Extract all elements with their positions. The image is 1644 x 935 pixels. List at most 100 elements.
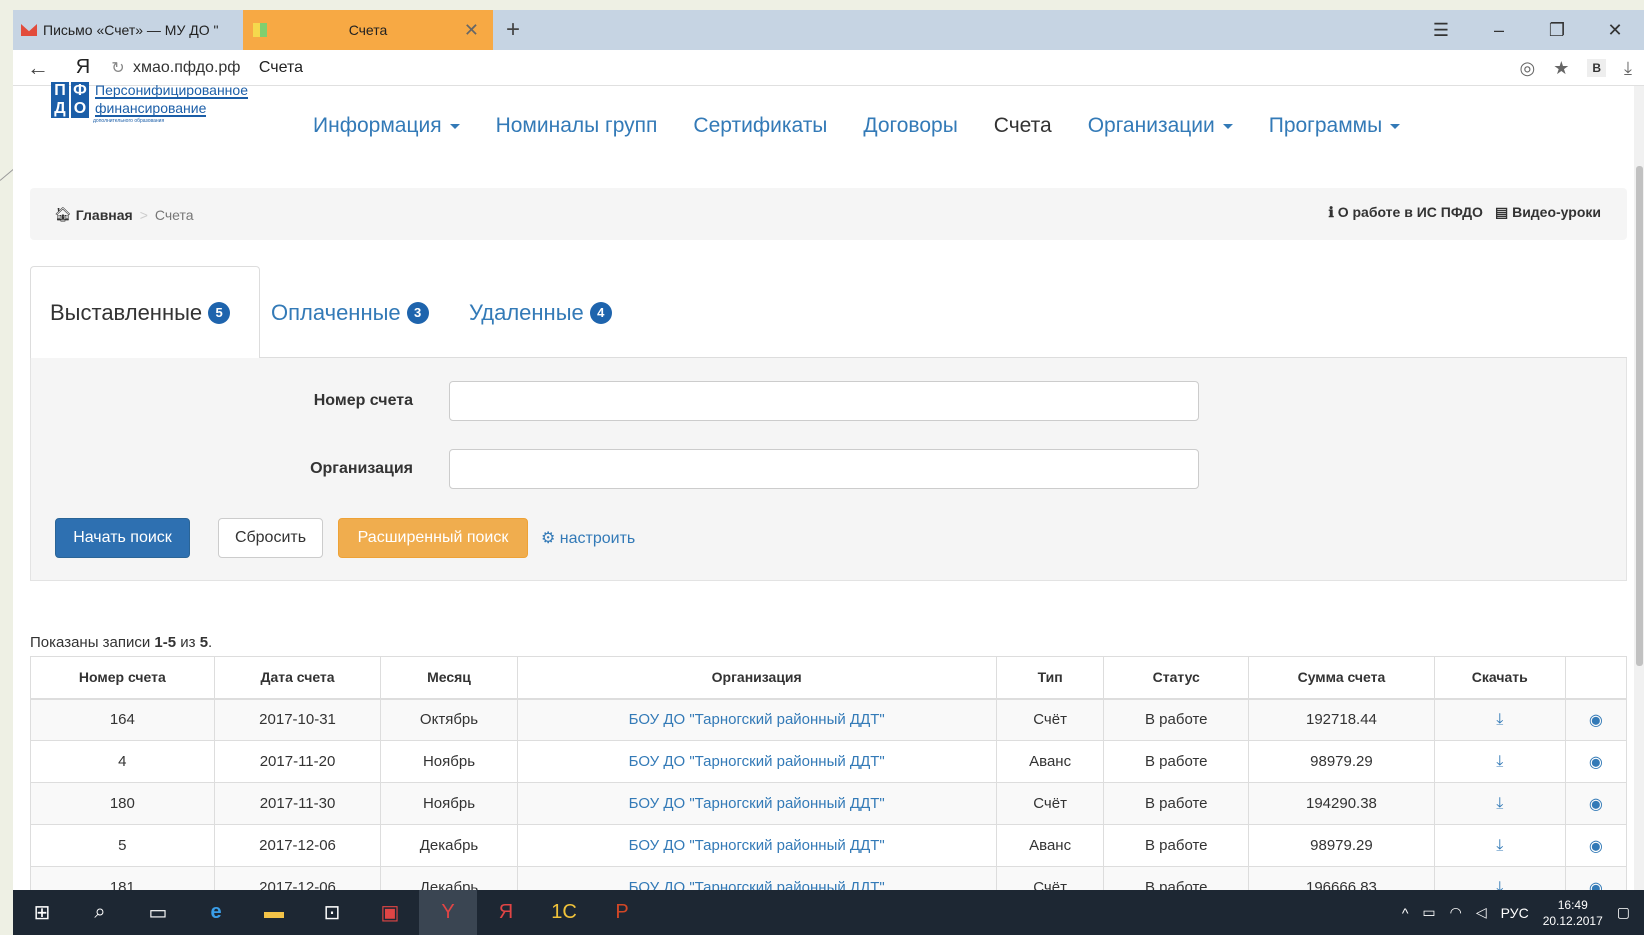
chevron-up-icon[interactable]: ^	[1402, 905, 1409, 921]
powerpoint-icon[interactable]: P	[593, 890, 651, 935]
cell-organization[interactable]: БОУ ДО "Тарногский районный ДДТ"	[516, 824, 997, 867]
logo-line1: Персонифицированное	[95, 82, 248, 99]
favicon-icon	[253, 23, 267, 37]
scrollbar[interactable]	[1634, 86, 1644, 890]
menu-icon[interactable]: ☰	[1412, 20, 1470, 41]
download-icon[interactable]: ⤓	[1433, 698, 1566, 741]
cell-month: Октябрь	[380, 698, 518, 741]
nav-information[interactable]: Информация	[313, 114, 460, 138]
view-eye-icon[interactable]: ◉	[1564, 866, 1628, 890]
1c-icon[interactable]: 1С	[535, 890, 593, 935]
invoice-number-input[interactable]	[449, 381, 1199, 421]
browser-window: Письмо «Счет» — МУ ДО " Счета ✕ + ☰ – ❐ …	[13, 10, 1644, 890]
breadcrumb-home[interactable]: Главная	[76, 207, 133, 223]
tab-mail[interactable]: Письмо «Счет» — МУ ДО "	[13, 10, 243, 50]
tab-deleted[interactable]: Удаленные 4	[469, 266, 612, 359]
organization-input[interactable]	[449, 449, 1199, 489]
tab-invoices[interactable]: Счета ✕	[243, 10, 493, 50]
download-icon[interactable]: ⤓	[1433, 782, 1566, 825]
bookmark-star-icon[interactable]: ★	[1553, 58, 1569, 79]
invoice-number-label: Номер счета	[313, 392, 413, 409]
notifications-icon[interactable]: ▢	[1617, 904, 1630, 921]
view-eye-icon[interactable]: ◉	[1564, 782, 1628, 825]
file-explorer-icon[interactable]: ▬	[245, 890, 303, 935]
col-organization[interactable]: Организация	[516, 656, 997, 700]
cell-month: Ноябрь	[380, 740, 518, 783]
cell-type: Счёт	[995, 698, 1105, 741]
nav-group-nominals[interactable]: Номиналы групп	[496, 114, 658, 138]
cell-status: В работе	[1103, 740, 1250, 783]
nav-contracts[interactable]: Договоры	[863, 114, 957, 138]
close-tab-icon[interactable]: ✕	[464, 20, 479, 41]
tab-issued[interactable]: Выставленные 5	[30, 266, 260, 359]
nav-invoices[interactable]: Счета	[994, 114, 1052, 138]
col-invoice-number[interactable]: Номер счета	[30, 656, 215, 700]
mail-icon	[21, 24, 37, 36]
url-field[interactable]: хмао.пфдо.рф Счета	[133, 59, 303, 77]
nav-organizations[interactable]: Организации	[1088, 114, 1233, 138]
cell-organization[interactable]: БОУ ДО "Тарногский районный ДДТ"	[516, 698, 997, 741]
cell-amount: 192718.44	[1248, 698, 1435, 741]
reset-button[interactable]: Сбросить	[218, 518, 323, 558]
close-window-icon[interactable]: ✕	[1586, 20, 1644, 41]
video-lessons-link[interactable]: ▤ Видео-уроки	[1495, 204, 1601, 221]
minimize-icon[interactable]: –	[1470, 20, 1528, 41]
cell-type: Счёт	[995, 866, 1105, 890]
table-row: 5 2017-12-06 Декабрь БОУ ДО "Тарногский рай…	[30, 824, 1628, 867]
col-amount[interactable]: Сумма счета	[1248, 656, 1435, 700]
task-view-icon[interactable]: ▭	[129, 890, 187, 935]
advanced-search-button[interactable]: Расширенный поиск	[338, 518, 528, 558]
window-controls: ☰ – ❐ ✕	[1412, 10, 1644, 50]
site-logo[interactable]: П Ф Персонифицированное Д О финансирован…	[51, 82, 271, 142]
start-icon[interactable]: ⊞	[13, 890, 71, 935]
nav-programs[interactable]: Программы	[1269, 114, 1401, 138]
new-tab-button[interactable]: +	[493, 10, 533, 50]
yandex-browser-icon[interactable]: Y	[419, 890, 477, 935]
scrollbar-thumb[interactable]	[1636, 166, 1643, 666]
gift-icon[interactable]: ▣	[361, 890, 419, 935]
table-header-row: Номер счета Дата счета Месяц Организация…	[30, 656, 1628, 700]
clock[interactable]: 16:49 20.12.2017	[1543, 897, 1603, 929]
download-icon[interactable]: ⤓	[1433, 866, 1566, 890]
nav-certificates[interactable]: Сертификаты	[693, 114, 827, 138]
view-eye-icon[interactable]: ◉	[1564, 698, 1628, 741]
view-eye-icon[interactable]: ◉	[1564, 824, 1628, 867]
col-status[interactable]: Статус	[1103, 656, 1250, 700]
col-type[interactable]: Тип	[995, 656, 1105, 700]
download-icon[interactable]: ⤓	[1624, 58, 1632, 79]
view-eye-icon[interactable]: ◉	[1564, 740, 1628, 783]
edge-icon[interactable]: e	[187, 890, 245, 935]
protect-icon[interactable]: ◎	[1520, 58, 1536, 79]
cell-status: В работе	[1103, 782, 1250, 825]
about-link[interactable]: ℹ︎ О работе в ИС ПФДО	[1329, 204, 1483, 221]
tab-bar: Письмо «Счет» — МУ ДО " Счета ✕ + ☰ – ❐ …	[13, 10, 1644, 50]
cell-organization[interactable]: БОУ ДО "Тарногский районный ДДТ"	[516, 740, 997, 783]
language-indicator[interactable]: РУС	[1501, 905, 1529, 921]
count-badge: 4	[589, 301, 612, 324]
configure-link[interactable]: ⚙ настроить	[541, 528, 635, 548]
table-row: 4 2017-11-20 Ноябрь БОУ ДО "Тарногский райо…	[30, 740, 1628, 783]
cell-month: Декабрь	[380, 866, 518, 890]
back-icon[interactable]: ←	[13, 55, 63, 81]
tab-paid[interactable]: Оплаченные 3	[271, 266, 429, 359]
battery-icon[interactable]: ▭	[1422, 904, 1435, 921]
vk-icon[interactable]: B	[1587, 59, 1607, 77]
download-icon[interactable]: ⤓	[1433, 824, 1566, 867]
search-icon[interactable]: ⌕	[71, 890, 129, 935]
wifi-icon[interactable]: ◠	[1450, 904, 1462, 921]
reload-icon[interactable]: ↻	[103, 58, 133, 78]
col-invoice-date[interactable]: Дата счета	[213, 656, 382, 700]
cell-organization[interactable]: БОУ ДО "Тарногский районный ДДТ"	[516, 782, 997, 825]
store-icon[interactable]: ⊡	[303, 890, 361, 935]
yandex-icon[interactable]: Я	[63, 56, 103, 79]
gear-icon: ⚙	[541, 530, 560, 547]
cell-organization[interactable]: БОУ ДО "Тарногский районный ДДТ"	[516, 866, 997, 890]
yandex-icon[interactable]: Я	[477, 890, 535, 935]
download-icon[interactable]: ⤓	[1433, 740, 1566, 783]
col-month[interactable]: Месяц	[380, 656, 518, 700]
maximize-icon[interactable]: ❐	[1528, 20, 1586, 41]
table-row: 180 2017-11-30 Ноябрь БОУ ДО "Тарногский ра…	[30, 782, 1628, 825]
search-button[interactable]: Начать поиск	[55, 518, 190, 558]
volume-icon[interactable]: ◁	[1476, 904, 1487, 921]
tab-title: Письмо «Счет» — МУ ДО "	[43, 22, 219, 38]
